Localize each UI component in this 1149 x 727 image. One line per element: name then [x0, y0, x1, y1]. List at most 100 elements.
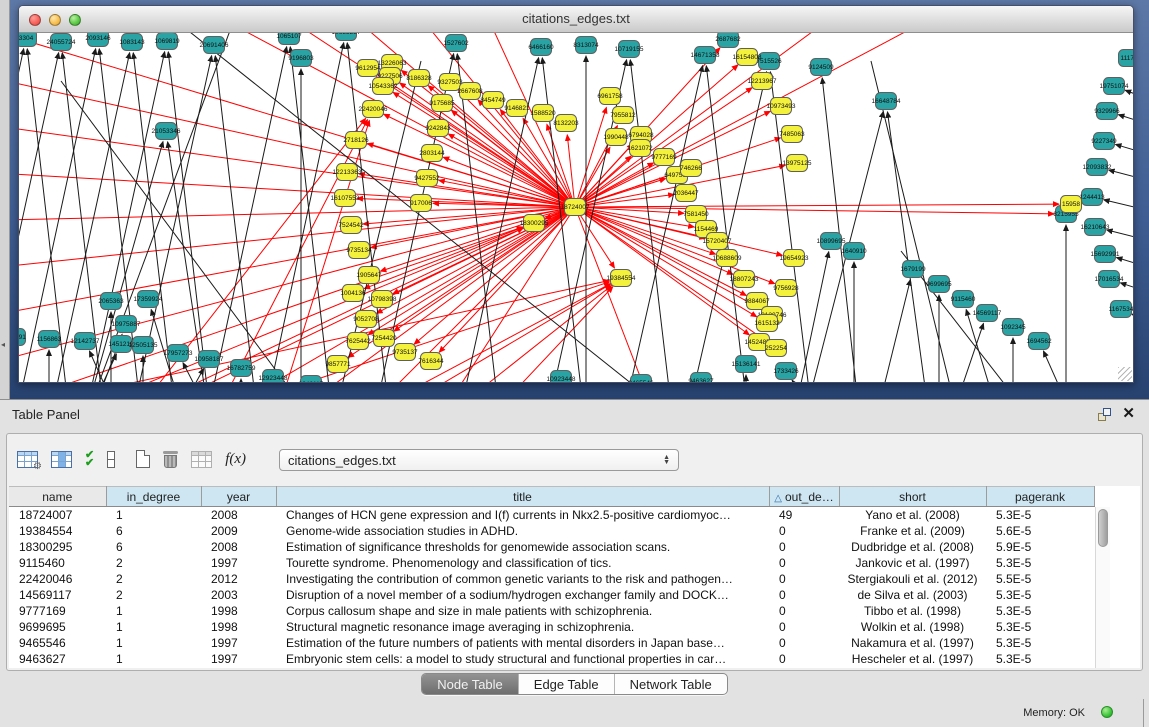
cell-name: 9463627: [9, 651, 106, 667]
table-panel: Table Panel ✕ ⚙ ✔✔ f(x): [0, 399, 1149, 727]
table-row[interactable]: 1938455462009Genome-wide association stu…: [9, 523, 1094, 539]
cell-year: 2009: [201, 523, 276, 539]
cell-pagerank: 5.3E-5: [986, 619, 1094, 635]
graph-node-label: 917006: [410, 200, 432, 207]
cell-name: 19384554: [9, 523, 106, 539]
graph-node-label: 2803144: [419, 150, 445, 157]
cell-short: de Silva et al. (2003): [839, 587, 986, 603]
graph-node-label: 8186328: [406, 75, 432, 82]
graph-node-label: 1527602: [443, 40, 469, 47]
graph-node-label: 14569117: [973, 310, 1002, 317]
left-splitter[interactable]: ◂: [0, 0, 10, 399]
table-row[interactable]: 977716911998Corpus callosum shape and si…: [9, 603, 1094, 619]
table-row[interactable]: 969969511998Structural magnetic resonanc…: [9, 619, 1094, 635]
scrollbar-thumb[interactable]: [1098, 509, 1108, 547]
column-header-out_de[interactable]: △out_de…: [769, 487, 839, 507]
graph-node-label: 19384554: [607, 275, 636, 282]
graph-node-label: 9735134: [346, 247, 372, 254]
graph-node-label: 8313074: [573, 42, 599, 49]
graph-node-label: 16782759: [227, 365, 256, 372]
graph-node-label: 12213363: [333, 169, 362, 176]
cell-short: Yano et al. (2008): [839, 507, 986, 523]
column-icon[interactable]: [107, 451, 115, 468]
table-row[interactable]: 946362711997Embryonic stem cells: a mode…: [9, 651, 1094, 667]
column-header-short[interactable]: short: [839, 487, 986, 507]
status-divider: [1143, 699, 1144, 727]
new-table-icon[interactable]: [136, 450, 150, 468]
table-settings-icon[interactable]: ⚙: [17, 451, 38, 468]
splitter-collapse-icon[interactable]: ◂: [1, 340, 5, 349]
graph-node-label: 3304: [19, 35, 34, 42]
column-header-year[interactable]: year: [201, 487, 276, 507]
table-row[interactable]: 946554611997Estimation of the future num…: [9, 635, 1094, 651]
cell-short: Dudbridge et al. (2008): [839, 539, 986, 555]
cell-title: Genome-wide association studies in ADHD.: [276, 523, 769, 539]
graph-node-label: 18300295: [520, 220, 549, 227]
float-panel-icon[interactable]: [1098, 408, 1111, 421]
network-graph[interactable]: 3304240557242093146108314310698192069140…: [19, 33, 1134, 383]
graph-node-label: 1092345: [1000, 324, 1026, 331]
graph-node-label: 746266: [680, 165, 702, 172]
resize-grip-icon[interactable]: [1118, 367, 1132, 381]
graph-node-label: 1156863: [37, 336, 62, 343]
tab-network-table[interactable]: Network Table: [614, 674, 727, 694]
graph-node-label: 9857771: [325, 361, 351, 368]
cell-in_degree: 2: [106, 571, 201, 587]
tab-edge-table[interactable]: Edge Table: [518, 674, 614, 694]
column-header-title[interactable]: title: [276, 487, 769, 507]
close-panel-icon[interactable]: ✕: [1122, 405, 1135, 423]
cell-short: Jankovic et al. (1997): [839, 555, 986, 571]
cell-name: 18300295: [9, 539, 106, 555]
cell-title: Tourette syndrome. Phenomenology and cla…: [276, 555, 769, 571]
graph-node-label: 18724007: [561, 204, 590, 211]
graph-node-label: 10975887: [112, 321, 141, 328]
graph-node-label: 12505135: [129, 342, 158, 349]
delete-table-icon[interactable]: [163, 450, 178, 468]
graph-node-label: 17359924: [134, 296, 163, 303]
zoom-button[interactable]: [69, 14, 81, 26]
vertical-scrollbar[interactable]: [1095, 507, 1110, 668]
cell-year: 2008: [201, 507, 276, 523]
cell-pagerank: 5.3E-5: [986, 507, 1094, 523]
network-view-window[interactable]: citations_edges.txt 33042405572420931461…: [18, 5, 1134, 383]
cell-short: Tibbo et al. (1998): [839, 603, 986, 619]
graph-node-label: 15692991: [1091, 251, 1120, 258]
table-row[interactable]: 1830029562008Estimation of significance …: [9, 539, 1094, 555]
show-columns-icon[interactable]: [51, 451, 72, 468]
column-header-pagerank[interactable]: pagerank: [986, 487, 1094, 507]
table-row[interactable]: 1872400712008Changes of HCN gene express…: [9, 507, 1094, 523]
cell-in_degree: 6: [106, 523, 201, 539]
network-window-titlebar[interactable]: citations_edges.txt: [19, 6, 1133, 33]
cell-short: Nakamura et al. (1997): [839, 635, 986, 651]
graph-node-label: 19654923: [780, 255, 809, 262]
cell-title: Estimation of the future numbers of pati…: [276, 635, 769, 651]
graph-node-label: 1154469: [694, 226, 719, 233]
graph-node-label: 2687682: [715, 36, 741, 43]
cell-out_de: 0: [769, 571, 839, 587]
tab-node-table[interactable]: Node Table: [422, 674, 518, 694]
cell-year: 1998: [201, 619, 276, 635]
network-canvas[interactable]: 3304240557242093146108314310698192069140…: [19, 33, 1133, 382]
cell-in_degree: 6: [106, 539, 201, 555]
graph-node-label: 16107553: [331, 195, 360, 202]
table-select-dropdown[interactable]: citations_edges.txt ▲▼: [279, 449, 679, 471]
graph-node-label: 7616344: [418, 358, 444, 365]
table-row[interactable]: 1456911722003Disruption of a novel membe…: [9, 587, 1094, 603]
cell-in_degree: 1: [106, 507, 201, 523]
graph-node-label: 16210643: [1081, 224, 1110, 231]
import-table-icon[interactable]: [191, 451, 212, 468]
graph-node-label: 9427552: [414, 175, 440, 182]
function-builder-icon[interactable]: f(x): [225, 451, 246, 468]
select-all-icon[interactable]: ✔✔: [85, 451, 94, 467]
graph-node-label: 6466160: [528, 44, 554, 51]
table-row[interactable]: 911546021997Tourette syndrome. Phenomeno…: [9, 555, 1094, 571]
graph-node-label: 9227349: [1091, 138, 1117, 145]
close-button[interactable]: [29, 14, 41, 26]
cell-name: 18724007: [9, 507, 106, 523]
table-row[interactable]: 2242004622012Investigating the contribut…: [9, 571, 1094, 587]
column-header-in_degree[interactable]: in_degree: [106, 487, 201, 507]
minimize-button[interactable]: [49, 14, 61, 26]
graph-node-label: 9463627: [688, 378, 714, 383]
graph-node-label: 15958: [1062, 201, 1080, 208]
column-header-name[interactable]: name: [9, 487, 106, 507]
